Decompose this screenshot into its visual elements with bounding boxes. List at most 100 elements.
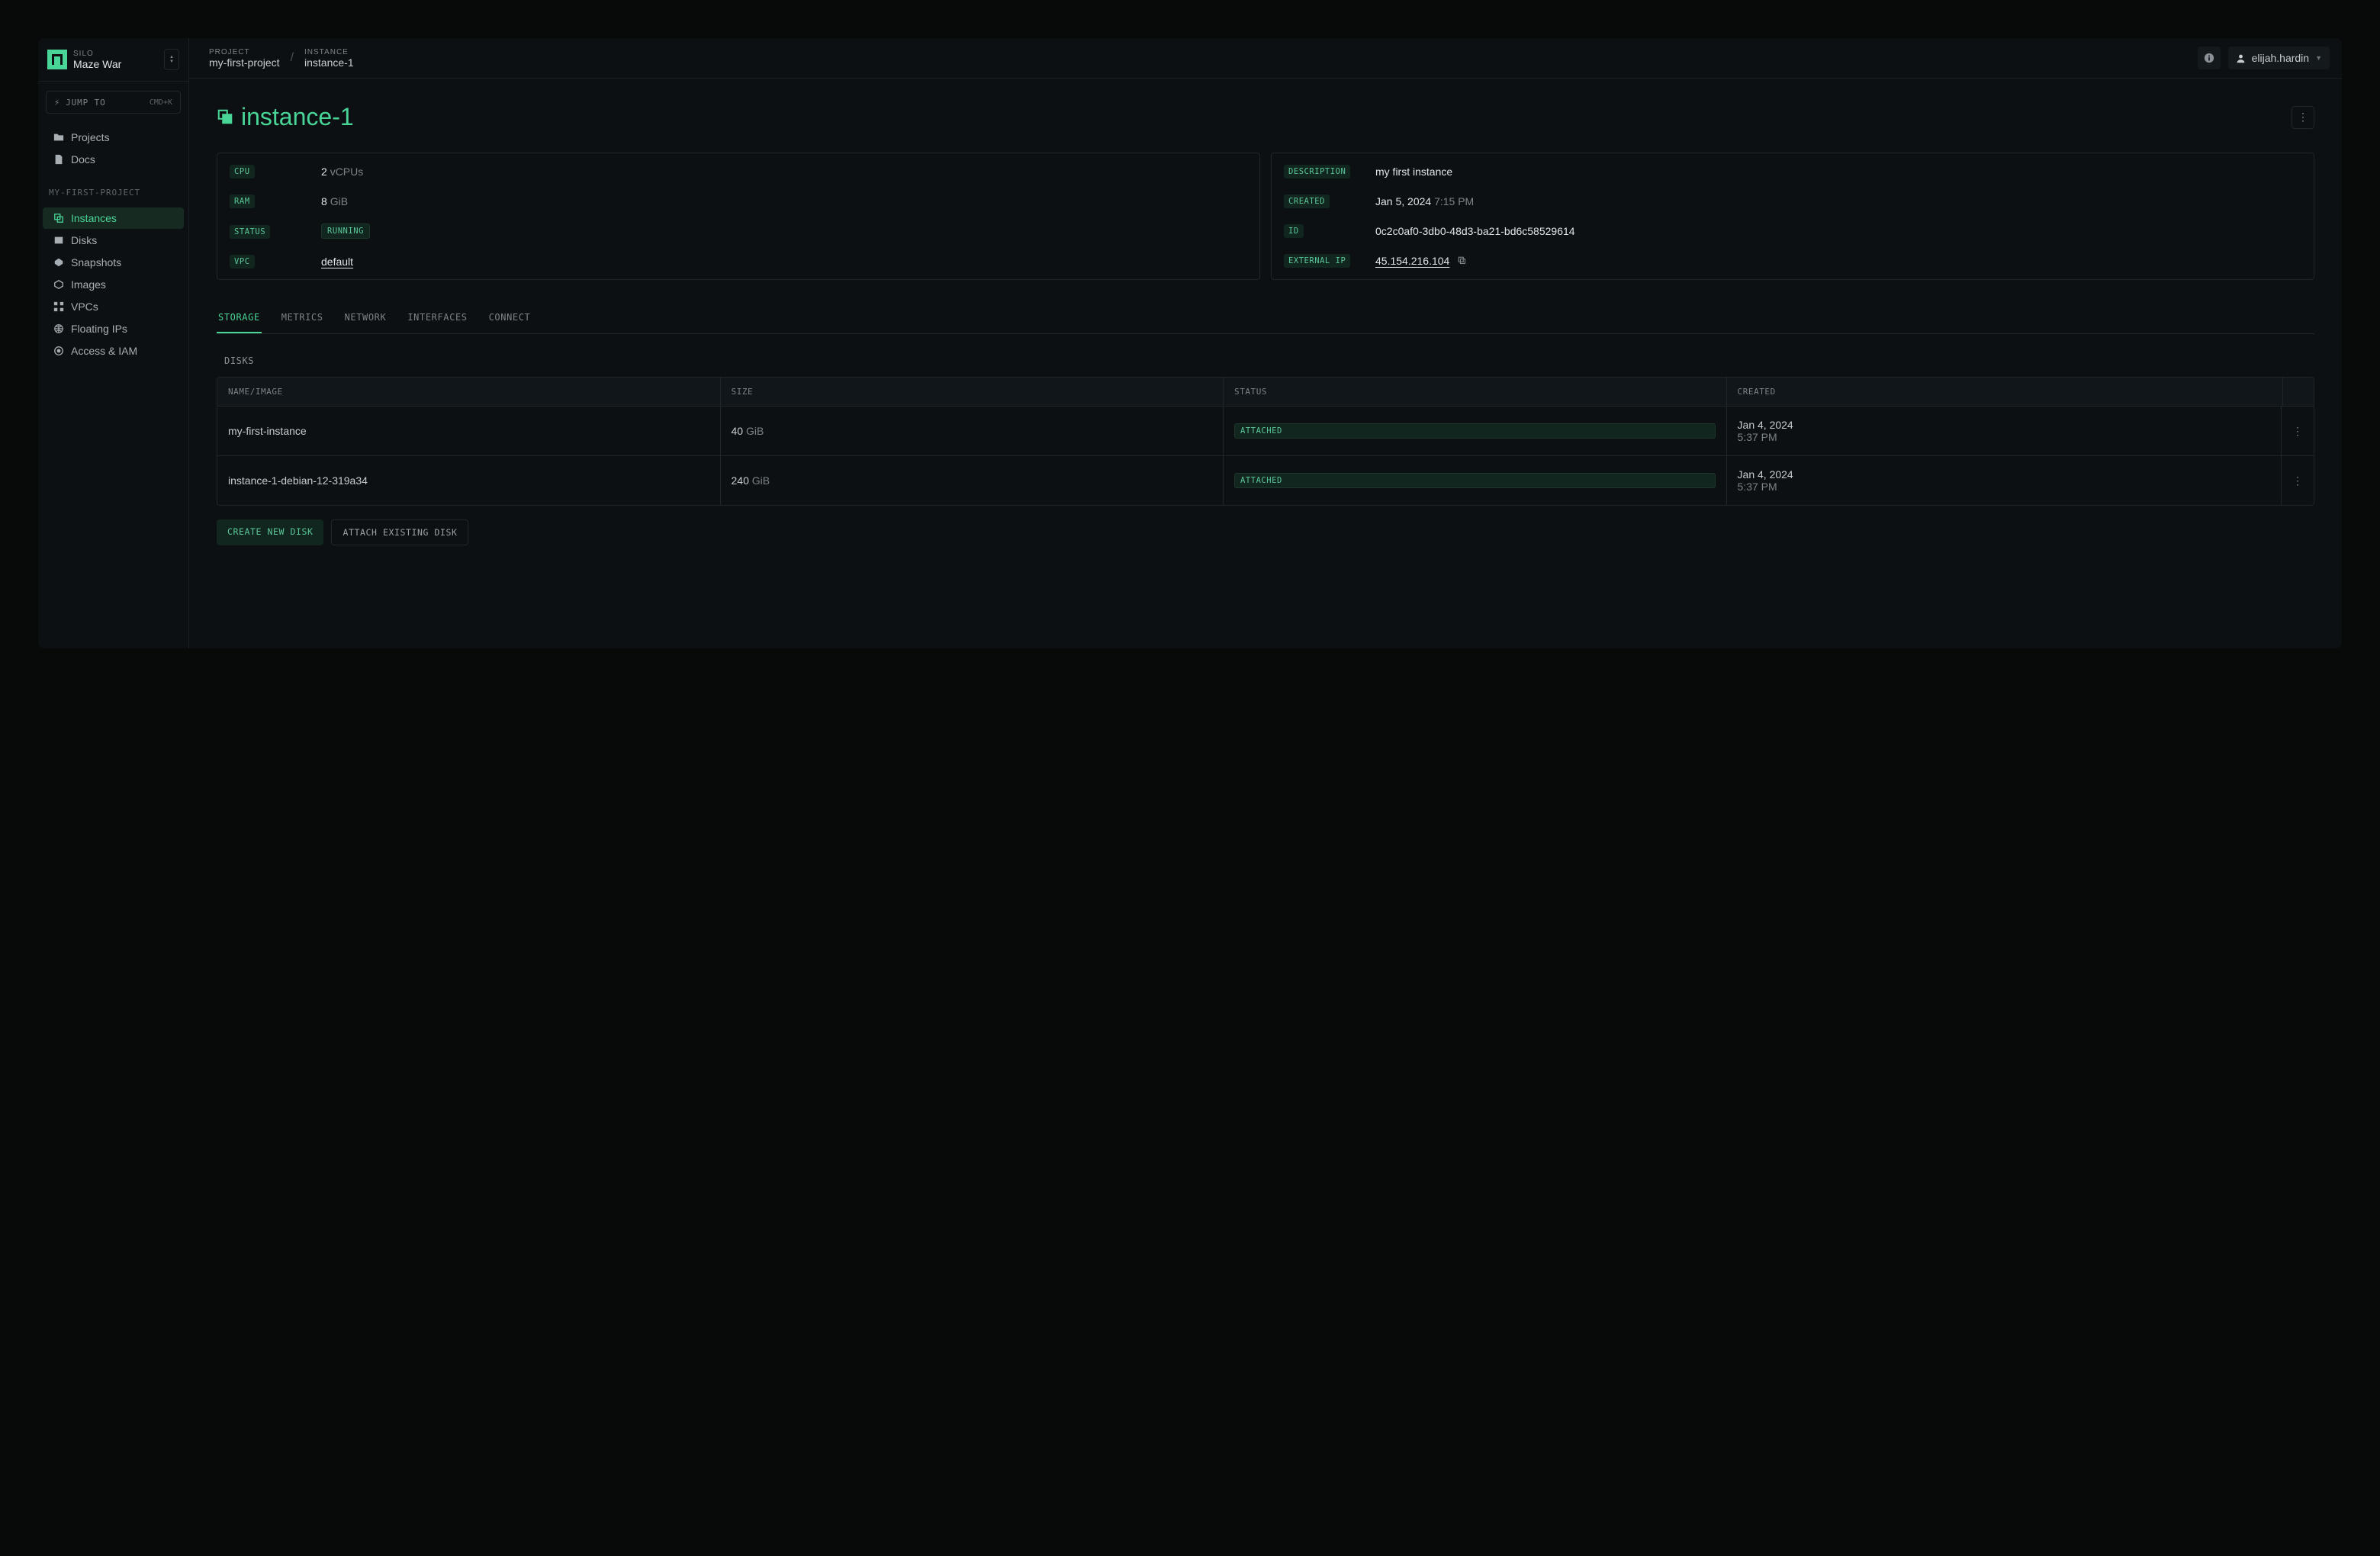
nav-group-project: Instances Disks Snapshots Images bbox=[38, 204, 188, 365]
user-icon bbox=[2236, 53, 2246, 63]
breadcrumbs: PROJECT my-first-project / INSTANCE inst… bbox=[201, 48, 362, 69]
app-shell: SILO Maze War ▲▼ ⚡ JUMP TO CMD+K Project… bbox=[38, 38, 2342, 648]
jump-to-button[interactable]: ⚡ JUMP TO CMD+K bbox=[46, 91, 181, 114]
main: PROJECT my-first-project / INSTANCE inst… bbox=[189, 38, 2342, 648]
sidebar-item-access-iam[interactable]: Access & IAM bbox=[43, 340, 184, 362]
sidebar-item-label: Floating IPs bbox=[71, 323, 127, 335]
create-new-disk-button[interactable]: CREATE NEW DISK bbox=[217, 519, 323, 545]
prop-key-tag: RAM bbox=[230, 194, 255, 208]
property-panels: CPU 2 vCPUs RAM 8 GiB STATUS RUNNING VPC… bbox=[217, 153, 2314, 280]
tab-metrics[interactable]: METRICS bbox=[280, 303, 325, 333]
prop-id: ID 0c2c0af0-3db0-48d3-ba21-bd6c58529614 bbox=[1272, 216, 2314, 246]
table-row: my-first-instance 40 GiB ATTACHED Jan 4,… bbox=[217, 406, 2314, 455]
bolt-icon: ⚡ bbox=[54, 97, 60, 108]
silo-name: Maze War bbox=[73, 58, 158, 70]
cell-name: my-first-instance bbox=[217, 407, 721, 455]
row-more-button[interactable]: ⋮ bbox=[2292, 474, 2303, 487]
breadcrumb-instance[interactable]: INSTANCE instance-1 bbox=[297, 48, 362, 69]
tab-storage[interactable]: STORAGE bbox=[217, 303, 262, 333]
crumb-eyebrow: PROJECT bbox=[209, 48, 280, 56]
images-icon bbox=[53, 279, 64, 290]
status-badge: ATTACHED bbox=[1234, 473, 1716, 488]
th-size: SIZE bbox=[721, 378, 1224, 406]
prop-key-tag: DESCRIPTION bbox=[1284, 165, 1350, 178]
prop-created: CREATED Jan 5, 2024 7:15 PM bbox=[1272, 186, 2314, 216]
content: instance-1 ⋮ CPU 2 vCPUs RAM 8 GiB bbox=[189, 79, 2342, 570]
tab-connect[interactable]: CONNECT bbox=[487, 303, 532, 333]
sidebar-item-snapshots[interactable]: Snapshots bbox=[43, 252, 184, 273]
tab-network[interactable]: NETWORK bbox=[343, 303, 388, 333]
sidebar-item-floating-ips[interactable]: Floating IPs bbox=[43, 318, 184, 339]
th-name: NAME/IMAGE bbox=[217, 378, 721, 406]
vpcs-icon bbox=[53, 301, 64, 312]
sidebar-item-images[interactable]: Images bbox=[43, 274, 184, 295]
prop-key-tag: ID bbox=[1284, 224, 1304, 238]
prop-key-tag: VPC bbox=[230, 255, 255, 268]
cell-name: instance-1-debian-12-319a34 bbox=[217, 456, 721, 505]
prop-description: DESCRIPTION my first instance bbox=[1272, 156, 2314, 186]
panel-meta: DESCRIPTION my first instance CREATED Ja… bbox=[1271, 153, 2314, 280]
sidebar-item-instances[interactable]: Instances bbox=[43, 207, 184, 229]
jump-to-label: JUMP TO bbox=[66, 98, 106, 108]
cell-size: 40 GiB bbox=[721, 407, 1224, 455]
sidebar-item-projects[interactable]: Projects bbox=[43, 127, 184, 148]
user-menu[interactable]: elijah.hardin ▼ bbox=[2228, 47, 2330, 69]
th-actions bbox=[2283, 378, 2314, 406]
attach-existing-disk-button[interactable]: ATTACH EXISTING DISK bbox=[331, 519, 468, 545]
sidebar-item-docs[interactable]: Docs bbox=[43, 149, 184, 170]
breadcrumb-project[interactable]: PROJECT my-first-project bbox=[201, 48, 288, 69]
external-ip-link[interactable]: 45.154.216.104 bbox=[1375, 255, 1449, 267]
prop-key-tag: CREATED bbox=[1284, 194, 1330, 208]
cell-status: ATTACHED bbox=[1224, 456, 1727, 505]
page-more-button[interactable]: ⋮ bbox=[2292, 106, 2314, 129]
globe-icon bbox=[53, 323, 64, 334]
info-icon bbox=[2204, 53, 2214, 63]
logo bbox=[47, 50, 67, 69]
prop-key-tag: EXTERNAL IP bbox=[1284, 254, 1350, 268]
th-created: CREATED bbox=[1727, 378, 2283, 406]
instances-icon bbox=[53, 213, 64, 223]
jump-to-kbd: CMD+K bbox=[150, 98, 172, 107]
row-more-button[interactable]: ⋮ bbox=[2292, 425, 2303, 438]
sidebar-item-label: Instances bbox=[71, 212, 117, 224]
dots-vertical-icon: ⋮ bbox=[2298, 111, 2308, 124]
disks-section-label: DISKS bbox=[217, 352, 2314, 369]
sidebar-item-label: Access & IAM bbox=[71, 345, 137, 357]
table-head: NAME/IMAGE SIZE STATUS CREATED bbox=[217, 378, 2314, 406]
tab-interfaces[interactable]: INTERFACES bbox=[406, 303, 468, 333]
chevron-updown-icon[interactable]: ▲▼ bbox=[164, 49, 179, 70]
page-title-text: instance-1 bbox=[241, 103, 354, 131]
status-badge: RUNNING bbox=[321, 223, 370, 239]
prop-value: 2 vCPUs bbox=[321, 166, 363, 178]
cell-created: Jan 4, 2024 5:37 PM bbox=[1727, 456, 2282, 505]
prop-value: 0c2c0af0-3db0-48d3-ba21-bd6c58529614 bbox=[1375, 225, 1575, 237]
info-button[interactable] bbox=[2198, 47, 2221, 69]
nav-group-top: Projects Docs bbox=[38, 123, 188, 174]
th-status: STATUS bbox=[1224, 378, 1727, 406]
copy-icon[interactable] bbox=[1457, 255, 1466, 267]
prop-value: 8 GiB bbox=[321, 195, 348, 207]
page-title: instance-1 bbox=[217, 103, 354, 131]
prop-status: STATUS RUNNING bbox=[217, 216, 1259, 246]
sidebar: SILO Maze War ▲▼ ⚡ JUMP TO CMD+K Project… bbox=[38, 38, 189, 648]
folder-icon bbox=[53, 132, 64, 143]
doc-icon bbox=[53, 154, 64, 165]
sidebar-item-label: Snapshots bbox=[71, 256, 121, 268]
access-icon bbox=[53, 346, 64, 356]
snapshots-icon bbox=[53, 257, 64, 268]
disk-icon bbox=[53, 235, 64, 246]
instances-icon bbox=[217, 103, 233, 131]
prop-external-ip: EXTERNAL IP 45.154.216.104 bbox=[1272, 246, 2314, 275]
silo-switcher[interactable]: SILO Maze War ▲▼ bbox=[38, 38, 188, 82]
prop-value-link[interactable]: default bbox=[321, 256, 353, 268]
sidebar-item-label: Images bbox=[71, 278, 106, 291]
sidebar-item-disks[interactable]: Disks bbox=[43, 230, 184, 251]
panel-specs: CPU 2 vCPUs RAM 8 GiB STATUS RUNNING VPC… bbox=[217, 153, 1260, 280]
caret-down-icon: ▼ bbox=[2315, 54, 2322, 62]
nav-project-header: MY-FIRST-PROJECT bbox=[38, 174, 188, 204]
status-badge: ATTACHED bbox=[1234, 423, 1716, 439]
sidebar-item-vpcs[interactable]: VPCs bbox=[43, 296, 184, 317]
sidebar-item-label: Disks bbox=[71, 234, 97, 246]
cell-status: ATTACHED bbox=[1224, 407, 1727, 455]
crumb-value: instance-1 bbox=[304, 56, 354, 69]
